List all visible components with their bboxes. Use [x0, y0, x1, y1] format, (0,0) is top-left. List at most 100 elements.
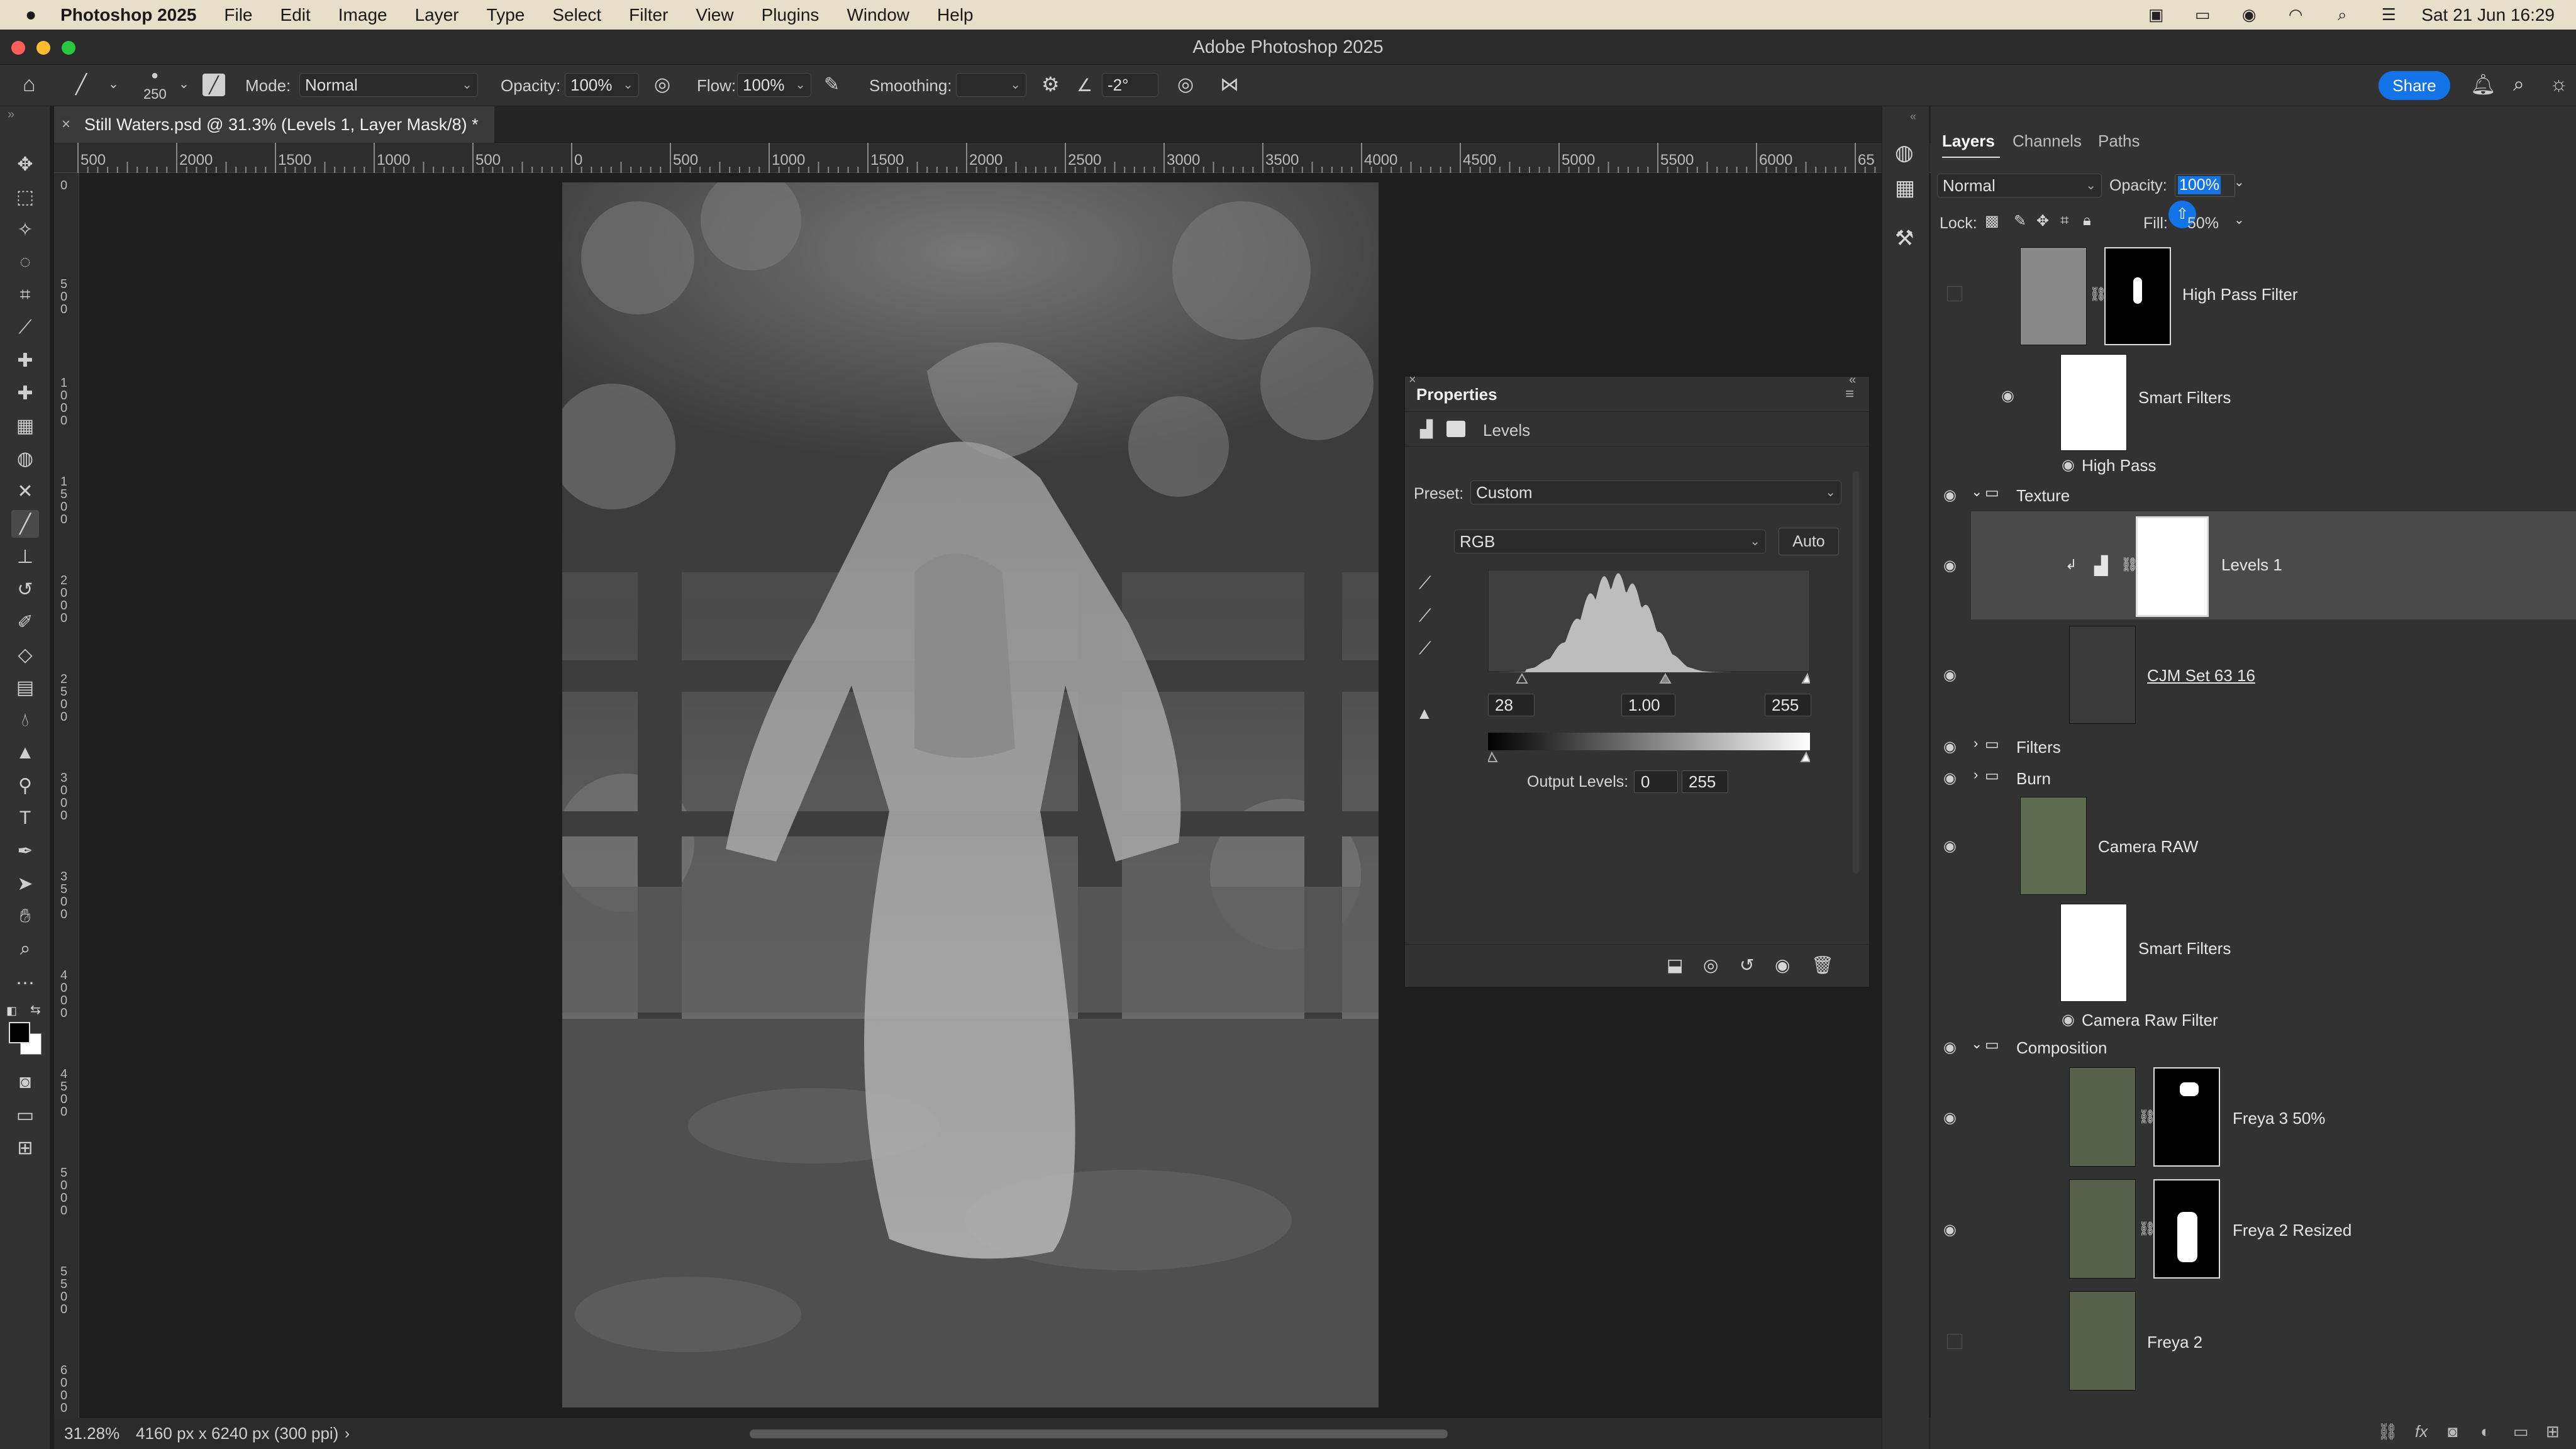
output-white-slider-handle[interactable]	[1800, 751, 1810, 762]
patch-tool-icon[interactable]: ▦	[11, 412, 39, 440]
crop-tool-icon[interactable]: ⌗	[11, 281, 39, 309]
menubar-clock[interactable]: Sat 21 Jun 16:29	[2421, 5, 2555, 25]
visibility-eye-icon[interactable]: ◉	[1943, 738, 1957, 756]
tab-paths[interactable]: Paths	[2098, 131, 2140, 151]
home-icon[interactable]: ⌂	[23, 72, 36, 97]
eyedropper-tool-icon[interactable]: ⟋	[11, 314, 39, 341]
pressure-opacity-icon[interactable]: ◎	[654, 74, 670, 96]
layer-name[interactable]: Burn	[2016, 769, 2051, 789]
smoothing-field[interactable]: ⌄	[956, 73, 1026, 97]
content-aware-move-tool-icon[interactable]: ✕	[11, 477, 39, 505]
creative-cloud-icon[interactable]: ◉	[2235, 5, 2263, 24]
spotlight-icon[interactable]: ⌕	[2328, 5, 2356, 24]
screen-mode-icon[interactable]: ▭	[11, 1101, 39, 1129]
share-button[interactable]: Share	[2379, 71, 2450, 100]
menu-view[interactable]: View	[696, 5, 733, 25]
mode-select[interactable]: Normal ⌄	[299, 73, 478, 97]
battery-icon[interactable]: ▭	[2189, 5, 2216, 24]
type-tool-icon[interactable]: T	[11, 804, 39, 832]
horizontal-scrollbar-thumb[interactable]	[750, 1430, 1448, 1438]
visibility-hidden-box[interactable]	[1947, 286, 1962, 301]
clip-to-layer-icon[interactable]: ⬓	[1667, 955, 1683, 975]
object-selection-tool-icon[interactable]: ✧	[11, 216, 39, 243]
discover-icon[interactable]: ☼	[2550, 72, 2568, 96]
lock-artboard-icon[interactable]: ⌗	[2060, 212, 2069, 230]
marquee-tool-icon[interactable]: ⬚	[11, 183, 39, 211]
visibility-eye-icon[interactable]: ◉	[2062, 456, 2075, 474]
smart-filters-row[interactable]: ◉ Smart Filters	[1971, 348, 2576, 451]
layer-name[interactable]: Camera RAW	[2098, 837, 2198, 857]
foreground-color-swatch[interactable]	[9, 1022, 30, 1043]
layer-thumbnail[interactable]	[2069, 1179, 2136, 1279]
menu-select[interactable]: Select	[552, 5, 601, 25]
visibility-eye-icon[interactable]: ◉	[1775, 955, 1790, 975]
visibility-eye-icon[interactable]: ◉	[1943, 1109, 1957, 1127]
more-tools-icon[interactable]: ⋯	[11, 969, 39, 997]
input-white-slider-handle[interactable]	[1801, 672, 1810, 684]
pressure-size-icon[interactable]: ◎	[1177, 74, 1194, 96]
layer-row-high-pass-filter[interactable]: ⛓︎ High Pass Filter	[1947, 241, 2576, 345]
panel-collapse-icon[interactable]: »	[8, 108, 14, 122]
menu-help[interactable]: Help	[937, 5, 974, 25]
blur-tool-icon[interactable]: 💧︎	[11, 706, 39, 734]
layer-thumbnail[interactable]	[2069, 1067, 2136, 1167]
status-app-icon[interactable]: ▣	[2142, 5, 2170, 24]
tab-layers[interactable]: Layers	[1942, 131, 1995, 151]
blend-mode-select[interactable]: Normal ⌄	[1937, 174, 2102, 197]
group-row-filters[interactable]: ◉ › ▭ Filters	[1943, 734, 2576, 760]
layer-mask-thumbnail[interactable]	[2153, 1067, 2220, 1167]
brush-size-value[interactable]: 250	[143, 86, 167, 103]
menu-app-name[interactable]: Photoshop 2025	[60, 5, 196, 25]
art-history-brush-tool-icon[interactable]: ✐	[11, 608, 39, 636]
menu-type[interactable]: Type	[487, 5, 525, 25]
red-eye-tool-icon[interactable]: ◍	[11, 445, 39, 472]
swap-colors-icon[interactable]: ⇆	[30, 1002, 41, 1018]
history-brush-tool-icon[interactable]: ↺	[11, 575, 39, 603]
smart-filter-item-row[interactable]: ◉ Camera Raw Filter	[1971, 1008, 2576, 1033]
output-black-slider-handle[interactable]	[1488, 751, 1498, 762]
gray-point-eyedropper-icon[interactable]: ⟋	[1419, 606, 1431, 626]
close-tab-icon[interactable]: ×	[62, 106, 70, 143]
menu-file[interactable]: File	[224, 5, 252, 25]
fill-value[interactable]: 50%	[2187, 214, 2219, 233]
layer-name[interactable]: Freya 2 Resized	[2233, 1221, 2351, 1240]
brush-tool-icon[interactable]: ╱	[75, 74, 87, 96]
chevron-down-icon[interactable]: ⌄	[2234, 174, 2245, 190]
input-black-field[interactable]: 28	[1488, 694, 1535, 716]
document-tab[interactable]: × Still Waters.psd @ 31.3% (Levels 1, La…	[54, 106, 494, 143]
layer-thumbnail[interactable]	[2069, 626, 2136, 724]
chevron-down-icon[interactable]: ⌄	[1971, 484, 1982, 500]
visibility-hidden-box[interactable]	[1947, 1334, 1962, 1349]
move-tool-icon[interactable]: ✥	[11, 150, 39, 178]
layer-name[interactable]: Levels 1	[2221, 555, 2282, 575]
input-white-field[interactable]: 255	[1765, 694, 1811, 716]
smart-filter-item-row[interactable]: ◉ High Pass	[1971, 452, 2576, 477]
pen-tool-icon[interactable]: ✒	[11, 837, 39, 865]
default-colors-icon[interactable]: ◧	[6, 1004, 17, 1018]
healing-brush-tool-icon[interactable]: ✚	[11, 379, 39, 407]
layer-name[interactable]: CJM Set 63 16	[2147, 666, 2255, 686]
document-info[interactable]: 4160 px x 6240 px (300 ppi)	[136, 1418, 338, 1449]
layer-row-freya-3[interactable]: ◉ ⛓︎ Freya 3 50%	[1943, 1065, 2576, 1169]
link-layers-icon[interactable]: ⛓︎	[2377, 1422, 2398, 1441]
layer-name[interactable]: Texture	[2016, 486, 2070, 506]
input-gamma-field[interactable]: 1.00	[1621, 694, 1675, 716]
document-canvas-image[interactable]	[562, 182, 1379, 1407]
layer-name[interactable]: Freya 2	[2147, 1333, 2202, 1352]
layer-opacity-field[interactable]: 100%	[2175, 174, 2235, 197]
search-icon[interactable]: ⌕	[2513, 72, 2524, 96]
visibility-eye-icon[interactable]: ◉	[1943, 557, 1957, 575]
layer-row-freya-2[interactable]: Freya 2	[1947, 1289, 2576, 1393]
group-row-composition[interactable]: ◉ ⌄ ▭ Composition	[1943, 1035, 2576, 1061]
menu-filter[interactable]: Filter	[629, 5, 668, 25]
properties-title[interactable]: Properties	[1416, 385, 1497, 404]
layer-name[interactable]: High Pass Filter	[2182, 285, 2298, 304]
auto-button[interactable]: Auto	[1779, 528, 1839, 555]
input-black-slider-handle[interactable]	[1516, 672, 1528, 684]
layer-thumbnail[interactable]	[2020, 797, 2087, 895]
layer-style-fx-icon[interactable]: fx	[2415, 1422, 2428, 1441]
brush-tool-icon[interactable]: ╱	[11, 510, 39, 538]
output-black-field[interactable]: 0	[1634, 770, 1678, 793]
dodge-tool-icon[interactable]: ⚲	[11, 772, 39, 799]
layer-name[interactable]: High Pass	[2082, 456, 2157, 475]
